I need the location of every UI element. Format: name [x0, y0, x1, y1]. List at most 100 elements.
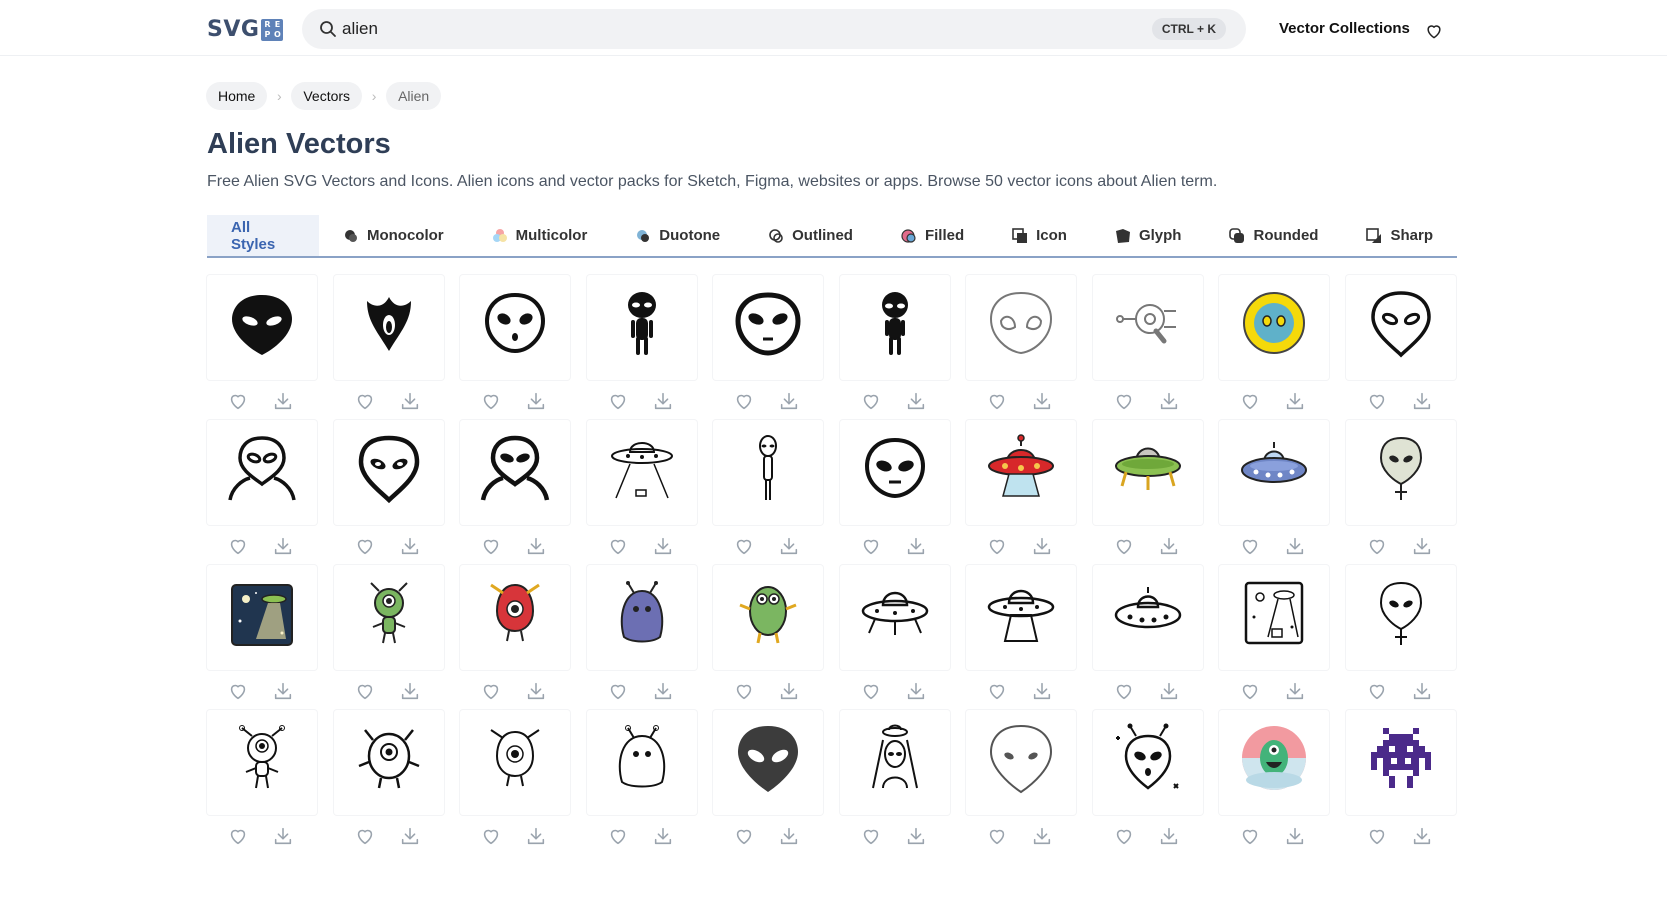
- tab-multicolor[interactable]: Multicolor: [468, 215, 612, 256]
- favorite-heart-icon[interactable]: [480, 825, 502, 847]
- favorite-heart-icon[interactable]: [607, 535, 629, 557]
- vector-card[interactable]: [1219, 420, 1329, 525]
- download-icon[interactable]: [652, 680, 674, 702]
- vector-card[interactable]: [1346, 275, 1456, 380]
- favorite-heart-icon[interactable]: [986, 825, 1008, 847]
- favorite-heart-icon[interactable]: [1113, 825, 1135, 847]
- download-icon[interactable]: [1031, 680, 1053, 702]
- tab-outlined[interactable]: Outlined: [744, 215, 877, 256]
- favorite-heart-icon[interactable]: [1366, 680, 1388, 702]
- favorite-heart-icon[interactable]: [354, 390, 376, 412]
- vector-card[interactable]: [1093, 710, 1203, 815]
- download-icon[interactable]: [1158, 680, 1180, 702]
- vector-card[interactable]: [1346, 710, 1456, 815]
- download-icon[interactable]: [1158, 535, 1180, 557]
- download-icon[interactable]: [525, 680, 547, 702]
- tab-glyph[interactable]: Glyph: [1091, 215, 1206, 256]
- tab-rounded[interactable]: Rounded: [1205, 215, 1342, 256]
- vector-card[interactable]: [966, 420, 1076, 525]
- download-icon[interactable]: [778, 680, 800, 702]
- vector-card[interactable]: [713, 565, 823, 670]
- download-icon[interactable]: [905, 825, 927, 847]
- vector-card[interactable]: [1219, 710, 1329, 815]
- download-icon[interactable]: [1284, 825, 1306, 847]
- download-icon[interactable]: [1031, 390, 1053, 412]
- favorite-heart-icon[interactable]: [860, 390, 882, 412]
- vector-card[interactable]: [334, 275, 444, 380]
- tab-duotone[interactable]: Duotone: [611, 215, 744, 256]
- vector-card[interactable]: [334, 565, 444, 670]
- vector-card[interactable]: [840, 710, 950, 815]
- download-icon[interactable]: [1411, 825, 1433, 847]
- download-icon[interactable]: [1031, 825, 1053, 847]
- favorite-heart-icon[interactable]: [354, 680, 376, 702]
- download-icon[interactable]: [272, 535, 294, 557]
- favorite-heart-icon[interactable]: [354, 825, 376, 847]
- favorite-heart-icon[interactable]: [733, 390, 755, 412]
- favorite-heart-icon[interactable]: [986, 535, 1008, 557]
- vector-card[interactable]: [207, 710, 317, 815]
- download-icon[interactable]: [1284, 680, 1306, 702]
- favorite-heart-icon[interactable]: [227, 535, 249, 557]
- favorite-heart-icon[interactable]: [227, 825, 249, 847]
- vector-card[interactable]: [587, 420, 697, 525]
- tab-monocolor[interactable]: Monocolor: [319, 215, 468, 256]
- vector-card[interactable]: [713, 275, 823, 380]
- vector-card[interactable]: [1093, 565, 1203, 670]
- vector-card[interactable]: [966, 565, 1076, 670]
- vector-card[interactable]: [840, 565, 950, 670]
- vector-card[interactable]: [840, 420, 950, 525]
- download-icon[interactable]: [1284, 390, 1306, 412]
- download-icon[interactable]: [525, 535, 547, 557]
- favorite-heart-icon[interactable]: [860, 680, 882, 702]
- favorite-heart-icon[interactable]: [480, 535, 502, 557]
- vector-card[interactable]: [460, 565, 570, 670]
- favorite-heart-icon[interactable]: [480, 390, 502, 412]
- download-icon[interactable]: [272, 390, 294, 412]
- favorite-heart-icon[interactable]: [1239, 680, 1261, 702]
- tab-icon[interactable]: Icon: [988, 215, 1091, 256]
- tab-all-styles[interactable]: All Styles: [207, 215, 319, 256]
- vector-card[interactable]: [1219, 275, 1329, 380]
- favorite-heart-icon[interactable]: [480, 680, 502, 702]
- download-icon[interactable]: [1411, 680, 1433, 702]
- favorite-heart-icon[interactable]: [227, 390, 249, 412]
- favorite-heart-icon[interactable]: [733, 535, 755, 557]
- vector-card[interactable]: [460, 710, 570, 815]
- favorite-heart-icon[interactable]: [1239, 825, 1261, 847]
- download-icon[interactable]: [399, 680, 421, 702]
- search-bar[interactable]: CTRL + K: [302, 9, 1246, 49]
- vector-card[interactable]: [840, 275, 950, 380]
- vector-card[interactable]: [966, 710, 1076, 815]
- favorite-heart-icon[interactable]: [607, 390, 629, 412]
- vector-card[interactable]: [587, 710, 697, 815]
- download-icon[interactable]: [1411, 535, 1433, 557]
- download-icon[interactable]: [652, 535, 674, 557]
- favorite-heart-icon[interactable]: [1366, 390, 1388, 412]
- vector-card[interactable]: [207, 565, 317, 670]
- favorites-heart-icon[interactable]: [1424, 21, 1444, 41]
- download-icon[interactable]: [778, 535, 800, 557]
- favorite-heart-icon[interactable]: [986, 680, 1008, 702]
- breadcrumb-current[interactable]: Alien: [386, 82, 442, 110]
- favorite-heart-icon[interactable]: [1113, 680, 1135, 702]
- download-icon[interactable]: [525, 390, 547, 412]
- vector-card[interactable]: [207, 420, 317, 525]
- download-icon[interactable]: [905, 680, 927, 702]
- download-icon[interactable]: [1158, 390, 1180, 412]
- breadcrumb-home[interactable]: Home: [206, 82, 268, 110]
- favorite-heart-icon[interactable]: [1239, 535, 1261, 557]
- tab-filled[interactable]: Filled: [877, 215, 988, 256]
- breadcrumb-vectors[interactable]: Vectors: [291, 82, 363, 110]
- vector-card[interactable]: [334, 710, 444, 815]
- vector-card[interactable]: [1093, 420, 1203, 525]
- download-icon[interactable]: [652, 390, 674, 412]
- vector-card[interactable]: [713, 420, 823, 525]
- vector-card[interactable]: [713, 710, 823, 815]
- vector-card[interactable]: [1093, 275, 1203, 380]
- search-input[interactable]: [342, 9, 1122, 49]
- vector-collections-link[interactable]: Vector Collections: [1279, 20, 1410, 37]
- download-icon[interactable]: [1158, 825, 1180, 847]
- download-icon[interactable]: [272, 680, 294, 702]
- favorite-heart-icon[interactable]: [1113, 535, 1135, 557]
